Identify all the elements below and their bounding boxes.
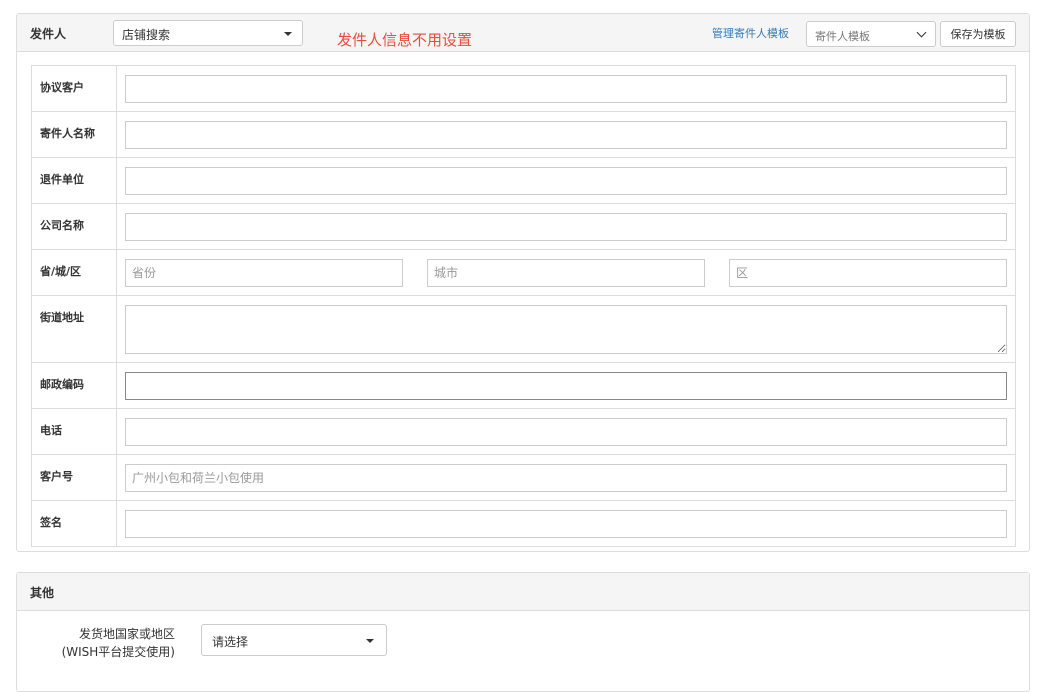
form-row-return-unit: 退件单位	[31, 157, 1016, 204]
district-input[interactable]	[729, 259, 1007, 287]
signature-input[interactable]	[125, 510, 1007, 538]
ship-from-country-label: 发货地国家或地区 (WISH平台提交使用)	[17, 625, 175, 661]
other-panel-heading: 其他	[17, 573, 1029, 611]
sender-info-note: 发件人信息不用设置	[337, 31, 473, 49]
sender-name-input[interactable]	[125, 121, 1007, 149]
caret-down-icon	[284, 32, 292, 36]
agreement-customer-label: 协议客户	[31, 65, 117, 112]
sender-template-select-value: 寄件人模板	[815, 30, 870, 43]
return-unit-label: 退件单位	[31, 157, 117, 204]
shop-search-select-value: 店铺搜索	[122, 28, 171, 42]
other-panel: 其他 发货地国家或地区 (WISH平台提交使用) 请选择	[16, 572, 1030, 692]
ship-from-country-label-line2: (WISH平台提交使用)	[61, 645, 175, 659]
agreement-customer-input[interactable]	[125, 75, 1007, 103]
form-row-sender-name: 寄件人名称	[31, 111, 1016, 158]
sender-panel-title: 发件人	[30, 27, 67, 41]
ship-from-country-label-line1: 发货地国家或地区	[78, 627, 175, 641]
city-input[interactable]	[427, 259, 705, 287]
street-address-textarea[interactable]	[125, 305, 1007, 354]
form-row-phone: 电话	[31, 408, 1016, 455]
postcode-label: 邮政编码	[31, 362, 117, 409]
form-row-signature: 签名	[31, 500, 1016, 547]
region-label: 省/城/区	[31, 249, 117, 296]
sender-form-table: 协议客户 寄件人名称 退件单位 公司名称 省/城/区 省份 城市 区 街道地址 …	[31, 65, 1016, 547]
ship-from-country-select-value: 请选择	[212, 635, 249, 649]
other-panel-title: 其他	[30, 586, 55, 600]
form-row-agreement-customer: 协议客户	[31, 65, 1016, 112]
other-panel-body: 发货地国家或地区 (WISH平台提交使用) 请选择	[17, 611, 1029, 691]
manage-sender-template-link[interactable]: 管理寄件人模板	[712, 25, 789, 41]
customer-no-input[interactable]	[125, 464, 1007, 492]
save-as-template-button[interactable]: 保存为模板	[940, 21, 1016, 47]
signature-label: 签名	[31, 500, 117, 547]
phone-label: 电话	[31, 408, 117, 455]
company-name-label: 公司名称	[31, 203, 117, 250]
postcode-input[interactable]	[125, 372, 1007, 400]
street-address-label: 街道地址	[31, 295, 117, 363]
form-row-company-name: 公司名称	[31, 203, 1016, 250]
form-row-postcode: 邮政编码	[31, 362, 1016, 409]
chevron-down-icon	[916, 27, 927, 38]
customer-no-label: 客户号	[31, 454, 117, 501]
form-row-customer-no: 客户号	[31, 454, 1016, 501]
province-input[interactable]	[125, 259, 403, 287]
phone-input[interactable]	[125, 418, 1007, 446]
company-name-input[interactable]	[125, 213, 1007, 241]
caret-down-icon	[366, 639, 374, 643]
sender-name-label: 寄件人名称	[31, 111, 117, 158]
sender-panel: 发件人 店铺搜索 发件人信息不用设置 管理寄件人模板 寄件人模板 保存为模板 协…	[16, 13, 1030, 552]
sender-panel-heading: 发件人 店铺搜索 发件人信息不用设置 管理寄件人模板 寄件人模板 保存为模板	[17, 14, 1029, 52]
shop-search-select[interactable]: 店铺搜索	[113, 20, 303, 46]
form-row-region: 省/城/区	[31, 249, 1016, 296]
ship-from-country-select[interactable]: 请选择	[201, 624, 387, 656]
form-row-street-address: 街道地址	[31, 295, 1016, 363]
sender-template-select[interactable]: 寄件人模板	[806, 21, 936, 47]
return-unit-input[interactable]	[125, 167, 1007, 195]
region-inputs	[125, 259, 1007, 287]
